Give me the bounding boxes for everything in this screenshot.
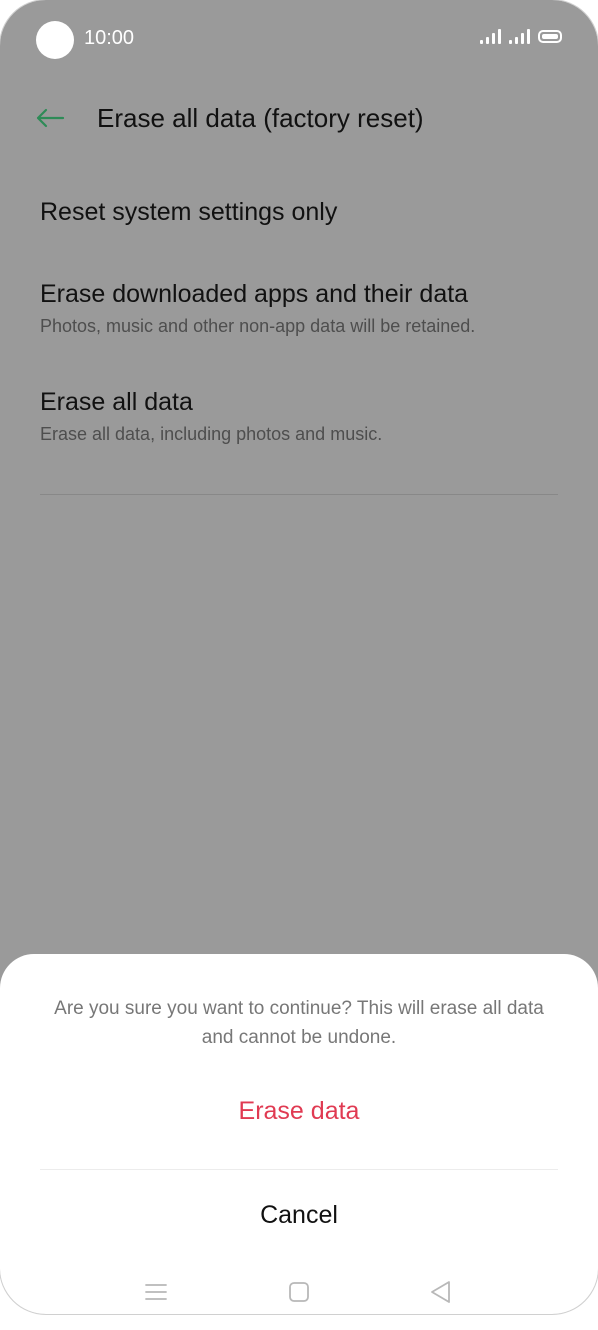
status-bar: 10:00 bbox=[0, 0, 598, 76]
signal-icon bbox=[509, 28, 530, 44]
signal-icon bbox=[480, 28, 501, 44]
confirm-erase-dialog: Are you sure you want to continue? This … bbox=[0, 954, 598, 1314]
status-icons bbox=[480, 28, 562, 44]
option-erase-all-data[interactable]: Erase all data Erase all data, including… bbox=[40, 386, 558, 446]
back-triangle-icon[interactable] bbox=[420, 1272, 460, 1312]
erase-data-button[interactable]: Erase data bbox=[40, 1086, 558, 1136]
app-bar: Erase all data (factory reset) bbox=[0, 92, 598, 144]
option-subtitle: Photos, music and other non-app data wil… bbox=[40, 316, 476, 336]
camera-cutout bbox=[36, 21, 74, 59]
option-title: Erase downloaded apps and their data bbox=[40, 280, 469, 308]
page-title: Erase all data (factory reset) bbox=[97, 103, 424, 133]
dialog-divider bbox=[40, 1169, 558, 1170]
list-divider bbox=[40, 494, 558, 495]
arrow-left-icon bbox=[36, 108, 65, 128]
battery-icon bbox=[538, 30, 562, 43]
cancel-button[interactable]: Cancel bbox=[40, 1190, 558, 1240]
menu-icon[interactable] bbox=[136, 1272, 176, 1312]
back-button[interactable] bbox=[30, 98, 70, 138]
status-time: 10:00 bbox=[84, 27, 135, 49]
navigation-bar bbox=[0, 1272, 598, 1312]
option-title: Reset system settings only bbox=[40, 198, 338, 226]
dialog-message: Are you sure you want to continue? This … bbox=[54, 998, 544, 1048]
settings-screen: 10:00 Erase all data (factory reset) Res… bbox=[0, 0, 598, 1314]
option-subtitle: Erase all data, including photos and mus… bbox=[40, 424, 383, 444]
phone-frame: 10:00 Erase all data (factory reset) Res… bbox=[0, 0, 598, 1314]
option-erase-downloaded-apps[interactable]: Erase downloaded apps and their data Pho… bbox=[40, 278, 558, 338]
option-reset-system-settings[interactable]: Reset system settings only bbox=[40, 196, 558, 228]
option-title: Erase all data bbox=[40, 388, 193, 416]
home-icon[interactable] bbox=[279, 1272, 319, 1312]
